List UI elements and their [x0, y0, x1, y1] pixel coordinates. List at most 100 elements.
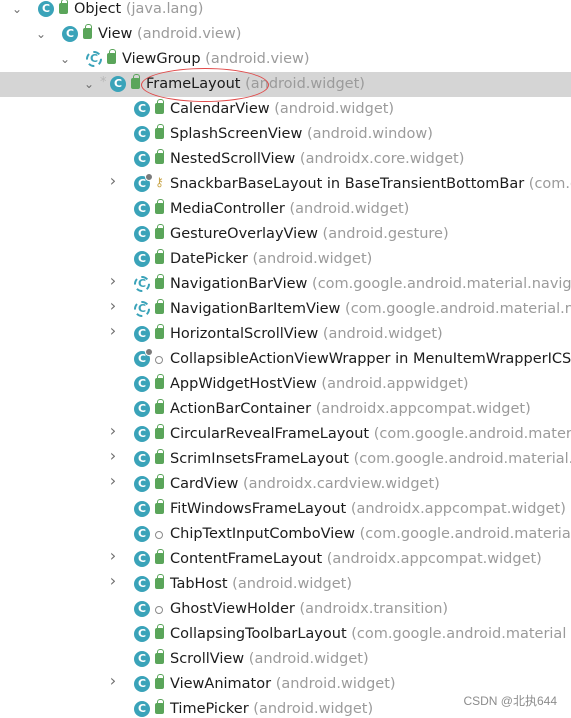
expand-arrow-icon[interactable]: › [106, 448, 120, 464]
class-name: GestureOverlayView [170, 226, 318, 242]
expand-arrow-icon[interactable]: › [106, 323, 120, 339]
class-icon: C [134, 551, 150, 567]
class-icon: C [134, 376, 150, 392]
tree-row[interactable]: › C CircularRevealFrameLayout (com.google.… [0, 422, 571, 447]
tree-row-label: ViewAnimator (android.widget) [170, 675, 396, 694]
tree-row[interactable]: › C SnackbarBaseLayout in BaseTransientBot… [0, 172, 571, 197]
tree-row-label: View (android.view) [98, 25, 241, 44]
type-hierarchy-tree: ⌄ C Object (java.lang) ⌄ C View (android.view… [0, 0, 571, 718]
tree-row[interactable]: C CalendarView (android.widget) [0, 97, 571, 122]
abstract-class-icon: C [134, 276, 150, 292]
public-visibility-icon [155, 249, 164, 264]
class-icon: C [134, 451, 150, 467]
tree-row[interactable]: C AppWidgetHostView (android.appwidget) [0, 372, 571, 397]
package-name: (android.window) [306, 126, 433, 142]
expand-arrow-icon[interactable]: › [106, 173, 120, 189]
public-visibility-icon [155, 674, 164, 689]
tree-row[interactable]: › C HorizontalScrollView (android.widget) [0, 322, 571, 347]
tree-row-label: FrameLayout (android.widget) [146, 75, 365, 94]
tree-row[interactable]: › C CardView (androidx.cardview.widget) [0, 472, 571, 497]
class-icon: C [134, 651, 150, 667]
tree-row[interactable]: › C TabHost (android.widget) [0, 572, 571, 597]
public-visibility-icon [107, 49, 116, 64]
collapse-arrow-icon[interactable]: ⌄ [10, 2, 24, 16]
abstract-class-icon: C [134, 301, 150, 317]
tree-row[interactable]: › C ScrimInsetsFrameLayout (com.google.and… [0, 447, 571, 472]
class-name: ScrollView [170, 651, 245, 667]
tree-row-label: FitWindowsFrameLayout (androidx.appcompa… [170, 500, 566, 519]
tree-row[interactable]: › C NavigationBarItemView (com.google.andr… [0, 297, 571, 322]
class-icon: C [134, 426, 150, 442]
class-name: AppWidgetHostView [170, 376, 317, 392]
tree-row-label: TimePicker (android.widget) [170, 700, 373, 718]
abstract-class-icon: C [86, 51, 102, 67]
tree-row[interactable]: C GhostViewHolder (androidx.transition) [0, 597, 571, 622]
expand-arrow-icon[interactable]: › [106, 548, 120, 564]
tree-row[interactable]: C GestureOverlayView (android.gesture) [0, 222, 571, 247]
class-name: ScrimInsetsFrameLayout [170, 451, 349, 467]
package-name: (android.widget) [253, 701, 374, 717]
class-name: NestedScrollView [170, 151, 296, 167]
tree-row-label: GestureOverlayView (android.gesture) [170, 225, 449, 244]
tree-row[interactable]: C MediaController (android.widget) [0, 197, 571, 222]
package-name: (com.google.android.materi [373, 426, 571, 442]
public-visibility-icon [59, 0, 68, 14]
expand-arrow-icon[interactable]: › [106, 473, 120, 489]
package-name: (android.widget) [252, 251, 373, 267]
expand-arrow-icon[interactable]: › [106, 573, 120, 589]
expand-arrow-icon[interactable]: › [106, 298, 120, 314]
tree-row[interactable]: C ActionBarContainer (androidx.appcompat.… [0, 397, 571, 422]
tree-row[interactable]: C SplashScreenView (android.window) [0, 122, 571, 147]
tree-row[interactable]: C DatePicker (android.widget) [0, 247, 571, 272]
tree-row[interactable]: C ChipTextInputComboView (com.google.andr… [0, 522, 571, 547]
package-visibility-icon [155, 606, 163, 614]
tree-row-label: AppWidgetHostView (android.appwidget) [170, 375, 469, 394]
tree-row[interactable]: › C NavigationBarView (com.google.android.… [0, 272, 571, 297]
package-name: (android.widget) [248, 651, 369, 667]
collapse-arrow-icon[interactable]: ⌄ [34, 27, 48, 41]
class-name: CardView [170, 476, 239, 492]
tree-row-label: NavigationBarView (com.google.android.ma… [170, 275, 571, 294]
public-visibility-icon [155, 474, 164, 489]
class-name: ViewGroup [122, 51, 201, 67]
class-name: MediaController [170, 201, 285, 217]
expand-arrow-icon[interactable]: › [106, 423, 120, 439]
tree-row[interactable]: C CollapsibleActionViewWrapper in MenuIte… [0, 347, 571, 372]
class-name: Object [74, 1, 122, 17]
package-name: (android.widget) [274, 101, 395, 117]
tree-row[interactable]: ⌄ C Object (java.lang) [0, 0, 571, 22]
tree-row[interactable]: C ScrollView (android.widget) [0, 647, 571, 672]
tree-row[interactable]: ⌄ C View (android.view) [0, 22, 571, 47]
tree-row-label: SnackbarBaseLayout in BaseTransientBotto… [170, 175, 571, 194]
class-icon: C [134, 101, 150, 117]
package-name: (com.google.android.material.naviga [312, 276, 571, 292]
collapse-arrow-icon[interactable]: ⌄ [82, 77, 96, 91]
tree-row[interactable]: C FitWindowsFrameLayout (androidx.appcomp… [0, 497, 571, 522]
tree-row[interactable]: › C ContentFrameLayout (androidx.appcompat… [0, 547, 571, 572]
tree-row[interactable]: C NestedScrollView (androidx.core.widget) [0, 147, 571, 172]
tree-row[interactable]: ⌄ C ViewGroup (android.view) [0, 47, 571, 72]
tree-row[interactable]: C CollapsingToolbarLayout (com.google.and… [0, 622, 571, 647]
tree-row-label: NestedScrollView (androidx.core.widget) [170, 150, 464, 169]
public-visibility-icon [155, 149, 164, 164]
public-visibility-icon [155, 424, 164, 439]
collapse-arrow-icon[interactable]: ⌄ [58, 52, 72, 66]
class-name: NavigationBarView [170, 276, 308, 292]
expand-arrow-icon[interactable]: › [106, 673, 120, 689]
class-icon: C [134, 526, 150, 542]
package-name: (android.view) [205, 51, 310, 67]
public-visibility-icon [155, 199, 164, 214]
tree-row[interactable]: ⌄ * C FrameLayout (android.widget) [0, 72, 571, 97]
public-visibility-icon [83, 24, 92, 39]
class-icon: C [134, 251, 150, 267]
class-icon: C [134, 676, 150, 692]
public-visibility-icon [155, 224, 164, 239]
tree-row-label: SplashScreenView (android.window) [170, 125, 433, 144]
focus-marker-icon: * [100, 75, 107, 90]
class-icon: C [62, 26, 78, 42]
public-visibility-icon [155, 324, 164, 339]
expand-arrow-icon[interactable]: › [106, 273, 120, 289]
package-name: (android.widget) [275, 676, 396, 692]
class-name: ContentFrameLayout [170, 551, 323, 567]
class-name: View [98, 26, 133, 42]
